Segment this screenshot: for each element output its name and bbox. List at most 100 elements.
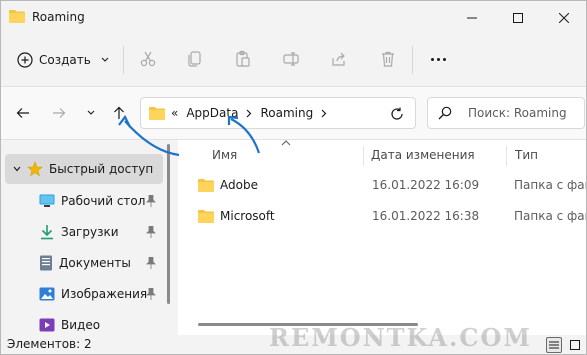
documents-icon — [40, 255, 52, 271]
file-row[interactable]: Adobe 16.01.2022 16:09 Папка с фай — [192, 173, 586, 199]
up-button[interactable] — [107, 102, 131, 124]
file-date: 16.01.2022 16:09 — [372, 178, 480, 192]
sort-ascending-icon — [281, 140, 291, 146]
breadcrumb-overflow[interactable]: « — [171, 106, 178, 120]
close-icon — [559, 12, 569, 23]
folder-icon — [198, 209, 214, 226]
create-label: Создать — [39, 53, 91, 67]
folder-icon — [198, 178, 214, 195]
breadcrumb-roaming[interactable]: Roaming — [260, 106, 313, 120]
column-separator[interactable] — [363, 146, 364, 166]
chevron-right-icon[interactable] — [321, 109, 327, 118]
share-icon — [332, 52, 345, 66]
arrow-right-icon — [53, 108, 66, 118]
more-icon — [430, 57, 434, 61]
pin-icon[interactable] — [146, 226, 156, 238]
delete-icon — [382, 51, 394, 67]
minimize-button[interactable] — [449, 1, 495, 34]
file-date: 16.01.2022 16:38 — [372, 209, 480, 223]
chevron-down-icon — [101, 57, 109, 62]
maximize-icon — [513, 12, 523, 23]
watermark: REMONTKA.COM — [269, 323, 532, 352]
file-explorer-window: Roaming Создать « AppData Roaming Поиск:… — [0, 0, 587, 355]
details-view-button[interactable] — [546, 337, 562, 353]
refresh-button[interactable] — [387, 104, 407, 124]
forward-button[interactable] — [47, 102, 71, 124]
cut-icon — [140, 51, 156, 67]
star-icon — [27, 161, 43, 177]
search-icon — [438, 106, 452, 123]
tiles-view-icon — [570, 340, 580, 350]
share-button[interactable] — [328, 48, 350, 70]
sidebar-item-label: Документы — [59, 256, 131, 270]
folder-icon — [149, 106, 165, 123]
navigation-bar: « AppData Roaming Поиск: Roaming — [1, 87, 586, 139]
cut-button[interactable] — [137, 48, 159, 70]
sidebar-item-label: Рабочий стол — [61, 194, 146, 208]
sidebar-item-videos[interactable]: Видео — [1, 310, 166, 335]
folder-icon — [9, 9, 25, 26]
sidebar-item-downloads[interactable]: Загрузки — [1, 217, 166, 247]
file-name: Microsoft — [220, 209, 275, 223]
file-type: Папка с фай — [514, 209, 586, 223]
command-bar: Создать — [1, 34, 586, 86]
rename-icon — [283, 52, 299, 66]
title-bar[interactable]: Roaming — [1, 1, 586, 34]
more-options-button[interactable] — [426, 48, 450, 70]
chevron-down-icon — [87, 110, 95, 115]
details-view-icon — [549, 341, 559, 349]
create-button[interactable]: Создать — [17, 46, 109, 74]
arrow-up-icon — [114, 106, 124, 119]
column-header-name[interactable]: Имя — [212, 148, 237, 162]
breadcrumb: « AppData Roaming — [171, 106, 327, 120]
file-name: Adobe — [220, 178, 258, 192]
video-icon — [39, 318, 55, 332]
delete-button[interactable] — [377, 48, 399, 70]
plus-circle-icon — [17, 52, 33, 68]
arrow-left-icon — [16, 108, 29, 118]
search-placeholder: Поиск: Roaming — [468, 106, 567, 120]
file-list: Имя Дата изменения Тип Adobe 16.01.2022 … — [178, 140, 586, 335]
address-bar[interactable]: « AppData Roaming — [140, 97, 416, 129]
sidebar-item-label: Видео — [61, 318, 101, 332]
separator — [412, 46, 413, 74]
file-row[interactable]: Microsoft 16.01.2022 16:38 Папка с фай — [192, 204, 586, 230]
pictures-icon — [39, 287, 55, 301]
paste-icon — [236, 50, 250, 67]
pin-icon[interactable] — [146, 257, 156, 269]
paste-button[interactable] — [232, 48, 254, 70]
tiles-view-button[interactable] — [567, 337, 583, 353]
column-separator[interactable] — [506, 146, 507, 166]
refresh-icon — [391, 107, 403, 120]
column-header-type[interactable]: Тип — [515, 148, 538, 162]
search-input[interactable]: Поиск: Roaming — [427, 97, 585, 129]
sidebar-item-documents[interactable]: Документы — [1, 248, 166, 278]
rename-button[interactable] — [280, 48, 302, 70]
sidebar-item-label: Изображения — [61, 287, 148, 301]
sidebar-scrollbar[interactable] — [167, 144, 170, 304]
sidebar-item-desktop[interactable]: Рабочий стол — [1, 186, 166, 216]
download-icon — [41, 225, 53, 240]
copy-icon — [188, 51, 201, 67]
breadcrumb-appdata[interactable]: AppData — [186, 106, 238, 120]
navigation-pane: Быстрый доступ Рабочий стол Загрузки Док… — [1, 140, 178, 335]
desktop-icon — [39, 194, 55, 207]
sidebar-item-quick-access[interactable]: Быстрый доступ — [5, 154, 163, 184]
copy-button[interactable] — [184, 48, 206, 70]
recent-locations-button[interactable] — [79, 102, 103, 124]
pin-icon[interactable] — [146, 288, 156, 300]
maximize-button[interactable] — [495, 1, 541, 34]
pin-icon[interactable] — [146, 195, 156, 207]
window-title: Roaming — [32, 10, 85, 24]
sidebar-item-label: Загрузки — [61, 225, 119, 239]
minimize-icon — [467, 17, 477, 18]
sidebar-item-pictures[interactable]: Изображения — [1, 279, 166, 309]
close-button[interactable] — [541, 1, 586, 34]
chevron-right-icon[interactable] — [246, 109, 252, 118]
file-type: Папка с фай — [514, 178, 586, 192]
sidebar-item-label: Быстрый доступ — [49, 162, 154, 176]
chevron-down-icon[interactable] — [13, 165, 21, 173]
column-header-date[interactable]: Дата изменения — [371, 148, 475, 162]
back-button[interactable] — [11, 102, 35, 124]
separator — [123, 46, 124, 74]
